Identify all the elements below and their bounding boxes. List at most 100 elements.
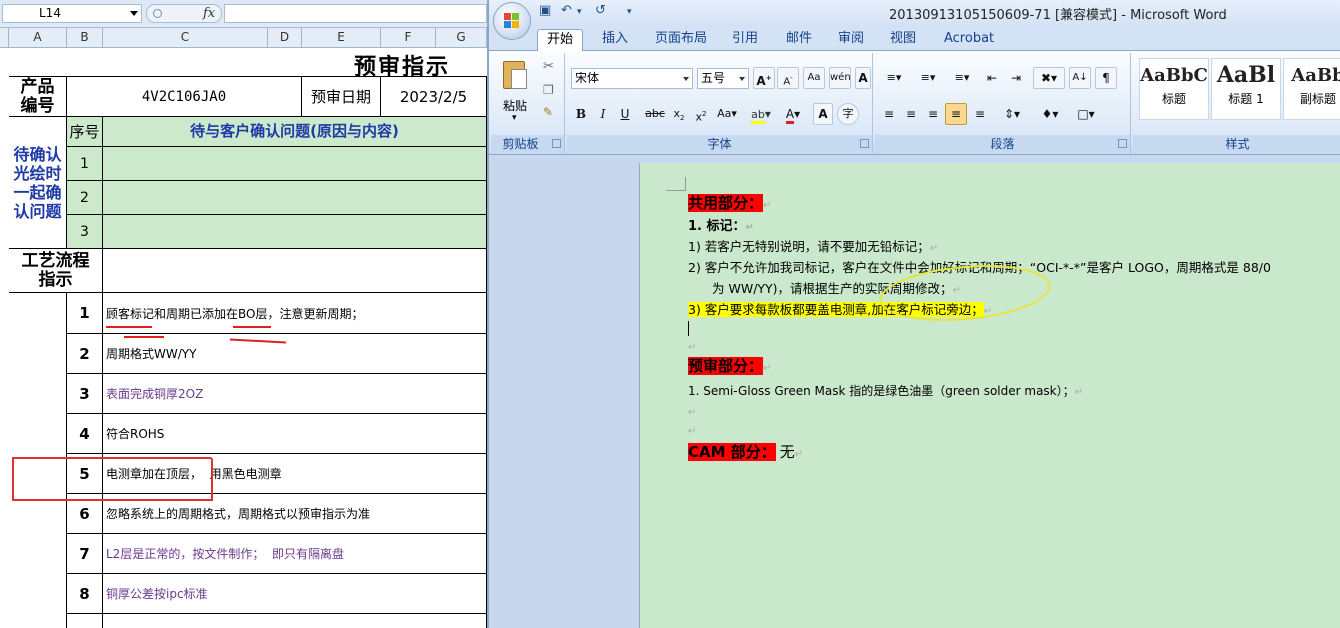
justify-icon[interactable]: ≡ bbox=[945, 103, 967, 125]
tab-page-layout[interactable]: 页面布局 bbox=[646, 29, 716, 51]
show-marks-icon[interactable]: ¶ bbox=[1095, 67, 1117, 89]
font-size-combo[interactable]: 五号 bbox=[697, 68, 749, 89]
grow-font-button[interactable]: A+ bbox=[753, 67, 775, 89]
align-right-icon[interactable]: ≡ bbox=[923, 103, 943, 125]
section-common-heading[interactable]: 共用部分：↵ bbox=[688, 192, 771, 213]
phonetic-guide-icon[interactable]: wén bbox=[829, 67, 851, 89]
bold-button[interactable]: B bbox=[571, 103, 591, 125]
process-row-text[interactable]: 表面完成铜厚2OZ bbox=[103, 374, 487, 414]
increase-indent-icon[interactable]: ⇥ bbox=[1005, 67, 1027, 89]
tab-home[interactable]: 开始 bbox=[537, 29, 584, 51]
tab-references[interactable]: 引用 bbox=[723, 29, 767, 51]
multilevel-list-button[interactable]: ≡▾ bbox=[947, 67, 977, 89]
name-box[interactable]: L14 bbox=[2, 4, 142, 23]
chevron-down-icon[interactable] bbox=[130, 11, 138, 16]
line-spacing-icon[interactable]: ⇕▾ bbox=[997, 103, 1027, 125]
column-header-e[interactable]: E bbox=[302, 28, 381, 48]
doc-line[interactable]: 1) 若客户无特别说明，请不要加无铅标记；↵ bbox=[688, 236, 938, 255]
blank-cell bbox=[103, 614, 487, 628]
section-review-heading[interactable]: 预审部分：↵ bbox=[688, 355, 771, 376]
marking-heading[interactable]: 1. 标记：↵ bbox=[688, 215, 754, 234]
process-instructions-cell[interactable] bbox=[103, 249, 487, 293]
change-case-button[interactable]: Aa▾ bbox=[713, 103, 741, 125]
asian-layout-icon[interactable]: ✖▾ bbox=[1033, 67, 1065, 89]
chevron-down-icon[interactable] bbox=[683, 77, 689, 81]
chevron-down-icon[interactable]: ▾ bbox=[512, 113, 517, 123]
chevron-down-icon[interactable] bbox=[739, 77, 745, 81]
tab-insert[interactable]: 插入 bbox=[593, 29, 637, 51]
process-row-text[interactable]: 铜厚公差按ipc标准 bbox=[103, 574, 487, 614]
column-header-f[interactable]: F bbox=[381, 28, 436, 48]
shading-icon[interactable]: ♦▾ bbox=[1035, 103, 1065, 125]
enclose-char-icon[interactable]: 字 bbox=[837, 103, 859, 125]
distributed-icon[interactable]: ≡ bbox=[969, 103, 991, 125]
align-center-icon[interactable]: ≡ bbox=[901, 103, 921, 125]
process-row-text[interactable]: 顾客标记和周期已添加在BO层，注意更新周期； bbox=[103, 293, 487, 334]
subscript-button[interactable]: x2 bbox=[669, 103, 689, 125]
office-button[interactable] bbox=[493, 2, 531, 40]
empty-line[interactable]: ↵ bbox=[688, 338, 696, 353]
style-sample: AaBl bbox=[1216, 62, 1276, 88]
redo-icon[interactable]: ↺ bbox=[595, 3, 606, 18]
chevron-down-icon[interactable]: ▾ bbox=[577, 7, 582, 17]
process-row-text[interactable]: 周期格式WW/YY bbox=[103, 334, 487, 374]
document-page[interactable]: 共用部分：↵ 1. 标记：↵ 1) 若客户无特别说明，请不要加无铅标记；↵ 2)… bbox=[639, 163, 1340, 628]
dialog-launcher-icon[interactable] bbox=[860, 139, 869, 148]
confirm-row-cell[interactable] bbox=[103, 181, 487, 215]
highlight-color-button[interactable]: ab▾ bbox=[747, 103, 775, 125]
undo-icon[interactable]: ↶ bbox=[561, 3, 572, 18]
format-painter-icon[interactable]: ✎ bbox=[543, 105, 553, 119]
process-row-text[interactable]: L2层是正常的，按文件制作； 即只有隔离盘 bbox=[103, 534, 487, 574]
borders-icon[interactable]: □▾ bbox=[1071, 103, 1101, 125]
formula-input[interactable] bbox=[224, 4, 487, 23]
sort-icon[interactable]: A↓ bbox=[1069, 67, 1091, 89]
cursor-line[interactable] bbox=[688, 320, 689, 336]
numbering-button[interactable]: ≡▾ bbox=[913, 67, 943, 89]
decrease-indent-icon[interactable]: ⇤ bbox=[981, 67, 1003, 89]
shrink-font-button[interactable]: A- bbox=[777, 67, 799, 89]
review-date-value[interactable]: 2023/2/5 bbox=[381, 77, 487, 117]
column-header-d[interactable]: D bbox=[268, 28, 302, 48]
underline-button[interactable]: U bbox=[615, 103, 635, 125]
clear-format-icon[interactable]: Aa bbox=[803, 67, 825, 89]
italic-button[interactable]: I bbox=[593, 103, 613, 125]
style-heading[interactable]: AaBbC 标题 bbox=[1139, 58, 1209, 120]
cut-icon[interactable]: ✂ bbox=[543, 59, 554, 74]
copy-icon[interactable]: ❐ bbox=[543, 83, 554, 97]
font-name-combo[interactable]: 宋体 bbox=[571, 68, 693, 89]
tab-acrobat[interactable]: Acrobat bbox=[935, 29, 1003, 51]
char-border-icon[interactable]: A bbox=[855, 67, 871, 89]
customize-qat-icon[interactable]: ▾ bbox=[627, 7, 632, 17]
style-heading-1[interactable]: AaBl 标题 1 bbox=[1211, 58, 1281, 120]
style-subtitle[interactable]: AaBb 副标题 bbox=[1283, 58, 1340, 120]
column-header-a[interactable]: A bbox=[9, 28, 67, 48]
column-header-b[interactable]: B bbox=[67, 28, 103, 48]
paste-label[interactable]: 粘贴 bbox=[503, 97, 527, 114]
process-row-text[interactable]: 符合ROHS bbox=[103, 414, 487, 454]
bullets-button[interactable]: ≡▾ bbox=[879, 67, 909, 89]
dialog-launcher-icon[interactable] bbox=[552, 139, 561, 148]
section-cam-heading[interactable]: CAM 部分： 无↵ bbox=[688, 441, 803, 462]
font-color-button[interactable]: A▾ bbox=[779, 103, 807, 125]
tab-mailings[interactable]: 邮件 bbox=[777, 29, 821, 51]
confirm-row-cell[interactable] bbox=[103, 147, 487, 181]
insert-function-button[interactable]: fx bbox=[203, 5, 215, 22]
zoom-icon[interactable] bbox=[153, 9, 162, 18]
superscript-button[interactable]: x2 bbox=[691, 103, 711, 125]
column-header-g[interactable]: G bbox=[436, 28, 487, 48]
confirm-row-cell[interactable] bbox=[103, 215, 487, 249]
select-all-corner[interactable] bbox=[0, 28, 9, 48]
column-header-c[interactable]: C bbox=[103, 28, 268, 48]
empty-line[interactable]: ↵ bbox=[688, 422, 696, 437]
align-left-icon[interactable]: ≡ bbox=[879, 103, 899, 125]
product-code-value[interactable]: 4V2C106JA0 bbox=[67, 77, 302, 117]
char-shading-icon[interactable]: A bbox=[813, 103, 833, 125]
tab-view[interactable]: 视图 bbox=[881, 29, 925, 51]
strikethrough-button[interactable]: abc bbox=[643, 103, 667, 125]
empty-line[interactable]: ↵ bbox=[688, 403, 696, 418]
tab-review[interactable]: 审阅 bbox=[829, 29, 873, 51]
dialog-launcher-icon[interactable] bbox=[1118, 139, 1127, 148]
doc-line[interactable]: 1. Semi-Gloss Green Mask 指的是绿色油墨（green s… bbox=[688, 382, 1083, 399]
save-icon[interactable]: ▣ bbox=[539, 3, 551, 18]
paste-button[interactable] bbox=[499, 57, 529, 93]
